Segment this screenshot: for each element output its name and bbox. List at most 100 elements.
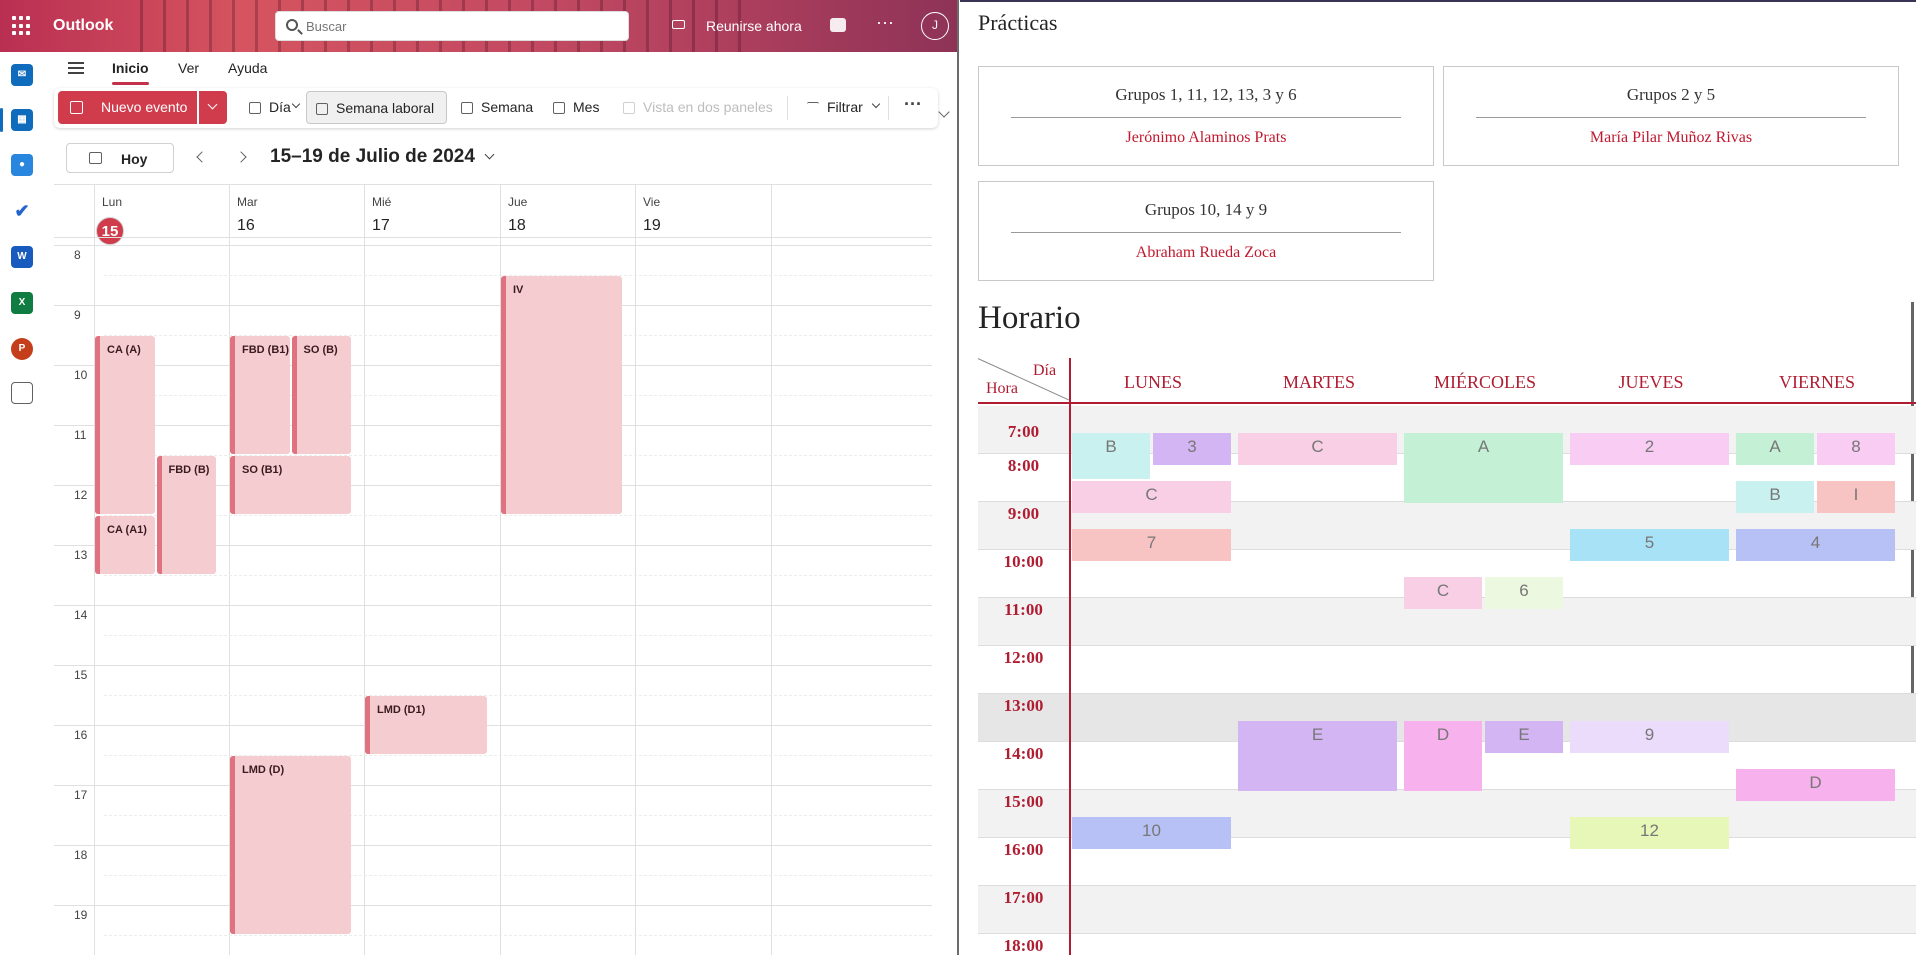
half-hour-line	[104, 935, 932, 936]
group-card: Grupos 2 y 5 María Pilar Muñoz Rivas	[1443, 66, 1899, 166]
month-view-button[interactable]: Mes	[544, 91, 608, 124]
timetable-row: 12:00	[978, 646, 1916, 694]
timetable-hour-label: 8:00	[1007, 456, 1040, 475]
timetable-block: B	[1072, 433, 1150, 479]
timetable-hour-label: 7:00	[1007, 422, 1040, 441]
tab-ayuda[interactable]: Ayuda	[228, 60, 267, 76]
calendar-event[interactable]: SO (B1)	[230, 456, 351, 514]
timetable-block: D	[1404, 721, 1482, 791]
new-event-button[interactable]: Nuevo evento	[58, 91, 197, 124]
calendar-event[interactable]: LMD (D1)	[365, 696, 487, 754]
hour-line	[54, 245, 932, 246]
teams-icon[interactable]	[830, 18, 846, 32]
apps-icon[interactable]	[11, 382, 33, 404]
timetable-header: Día Hora LUNES MARTES MIÉRCOLES JUEVES V…	[978, 358, 1916, 404]
timetable-hour-label: 10:00	[1003, 552, 1044, 571]
hour-label: 8	[74, 248, 81, 262]
timetable-block: 3	[1153, 433, 1231, 465]
todo-icon[interactable]: ✔	[11, 200, 33, 222]
timetable-block: E	[1485, 721, 1563, 753]
calendar-event[interactable]: IV	[501, 276, 622, 514]
mail-icon[interactable]: ✉	[11, 64, 33, 86]
split-view-button[interactable]: Vista en dos paneles	[614, 91, 774, 124]
hour-label: 16	[74, 728, 88, 742]
timetable-corner: Día Hora	[978, 358, 1070, 404]
rail-selection-indicator	[0, 108, 3, 132]
day-name: Jue	[508, 195, 528, 209]
hour-label: 14	[74, 608, 88, 622]
weekday-header: JUEVES	[1618, 372, 1684, 392]
toolbar-more-button[interactable]: ···	[904, 94, 922, 115]
group-card-divider	[1476, 117, 1866, 118]
header-separator	[54, 237, 932, 238]
today-button[interactable]: Hoy	[66, 143, 174, 173]
chevron-down-icon[interactable]	[484, 149, 495, 160]
horario-heading: Horario	[978, 300, 1081, 336]
search-input[interactable]	[306, 16, 606, 36]
hour-line	[54, 845, 932, 846]
timetable-block: C	[1404, 577, 1482, 609]
header-more-button[interactable]: ···	[876, 12, 894, 33]
weekday-header: MARTES	[1283, 372, 1355, 392]
timetable-block: 10	[1072, 817, 1231, 849]
tab-inicio[interactable]: Inicio	[112, 60, 149, 85]
day-number: 18	[508, 217, 526, 234]
timetable-block: D	[1736, 769, 1895, 801]
search-box[interactable]	[275, 11, 629, 41]
hour-line	[54, 425, 932, 426]
calendar-event[interactable]: LMD (D)	[230, 756, 351, 934]
calendar-event[interactable]: CA (A)	[95, 336, 155, 514]
weekday-header: MIÉRCOLES	[1433, 372, 1536, 392]
new-event-dropdown[interactable]	[199, 91, 227, 124]
next-week-icon[interactable]	[235, 151, 247, 163]
split-view-label: Vista en dos paneles	[643, 99, 773, 115]
hour-line	[54, 905, 932, 906]
timetable-block: 4	[1736, 529, 1895, 561]
hour-line	[54, 725, 932, 726]
previous-week-icon[interactable]	[196, 151, 208, 163]
ribbon-collapse-chevron-icon[interactable]	[938, 106, 950, 118]
avatar[interactable]: J	[921, 12, 949, 40]
week-view-icon	[461, 102, 473, 114]
calendar-event[interactable]: FBD (B)	[156, 456, 216, 574]
timetable-row: 18:00	[978, 934, 1916, 955]
calendar-navigation: Hoy 15–19 de Julio de 2024	[54, 140, 938, 176]
timetable-block: 5	[1570, 529, 1729, 561]
day-number: 16	[237, 217, 255, 234]
practicas-heading: Prácticas	[978, 10, 1058, 35]
app-launcher-icon[interactable]	[12, 16, 32, 36]
hour-label: 11	[74, 428, 87, 442]
people-icon[interactable]: ●	[11, 154, 33, 176]
word-icon[interactable]: W	[11, 246, 33, 268]
hour-label: 13	[74, 548, 88, 562]
hour-line	[54, 785, 932, 786]
timetable-hour-label: 15:00	[1003, 792, 1044, 811]
meet-now-label: Reunirse ahora	[706, 18, 802, 34]
half-hour-line	[104, 815, 932, 816]
calendar-event[interactable]: SO (B)	[291, 336, 351, 454]
app-title[interactable]: Outlook	[53, 17, 113, 35]
excel-icon[interactable]: X	[11, 292, 33, 314]
day-view-button[interactable]: Día	[240, 91, 304, 124]
date-range-label[interactable]: 15–19 de Julio de 2024	[270, 146, 475, 168]
calendar-event[interactable]: CA (A1)	[95, 516, 155, 574]
screen: Outlook Reunirse ahora ··· J ✉ ▦ ● ✔ W X…	[0, 0, 1916, 955]
powerpoint-icon[interactable]: P	[11, 338, 33, 360]
corner-hour-label: Hora	[986, 380, 1018, 397]
tab-ver[interactable]: Ver	[178, 60, 199, 76]
split-divider[interactable]	[957, 0, 959, 955]
work-week-view-button[interactable]: Semana laboral	[306, 91, 447, 124]
day-name: Mié	[372, 195, 392, 209]
group-card-teacher: María Pilar Muñoz Rivas	[1589, 129, 1753, 146]
hamburger-menu-icon[interactable]	[68, 62, 84, 74]
work-week-label: Semana laboral	[336, 100, 435, 116]
filter-button[interactable]: Filtrar	[798, 91, 884, 124]
group-card-teacher: Jerónimo Alaminos Prats	[1125, 129, 1287, 146]
week-view-button[interactable]: Semana	[452, 91, 538, 124]
calendar-icon[interactable]: ▦	[11, 109, 33, 131]
day-view-icon	[249, 102, 261, 114]
timetable-hour-label: 17:00	[1003, 888, 1044, 907]
calendar-event[interactable]: FBD (B1)	[230, 336, 290, 454]
timetable-row: 17:00	[978, 886, 1916, 934]
hour-label: 12	[74, 488, 88, 502]
